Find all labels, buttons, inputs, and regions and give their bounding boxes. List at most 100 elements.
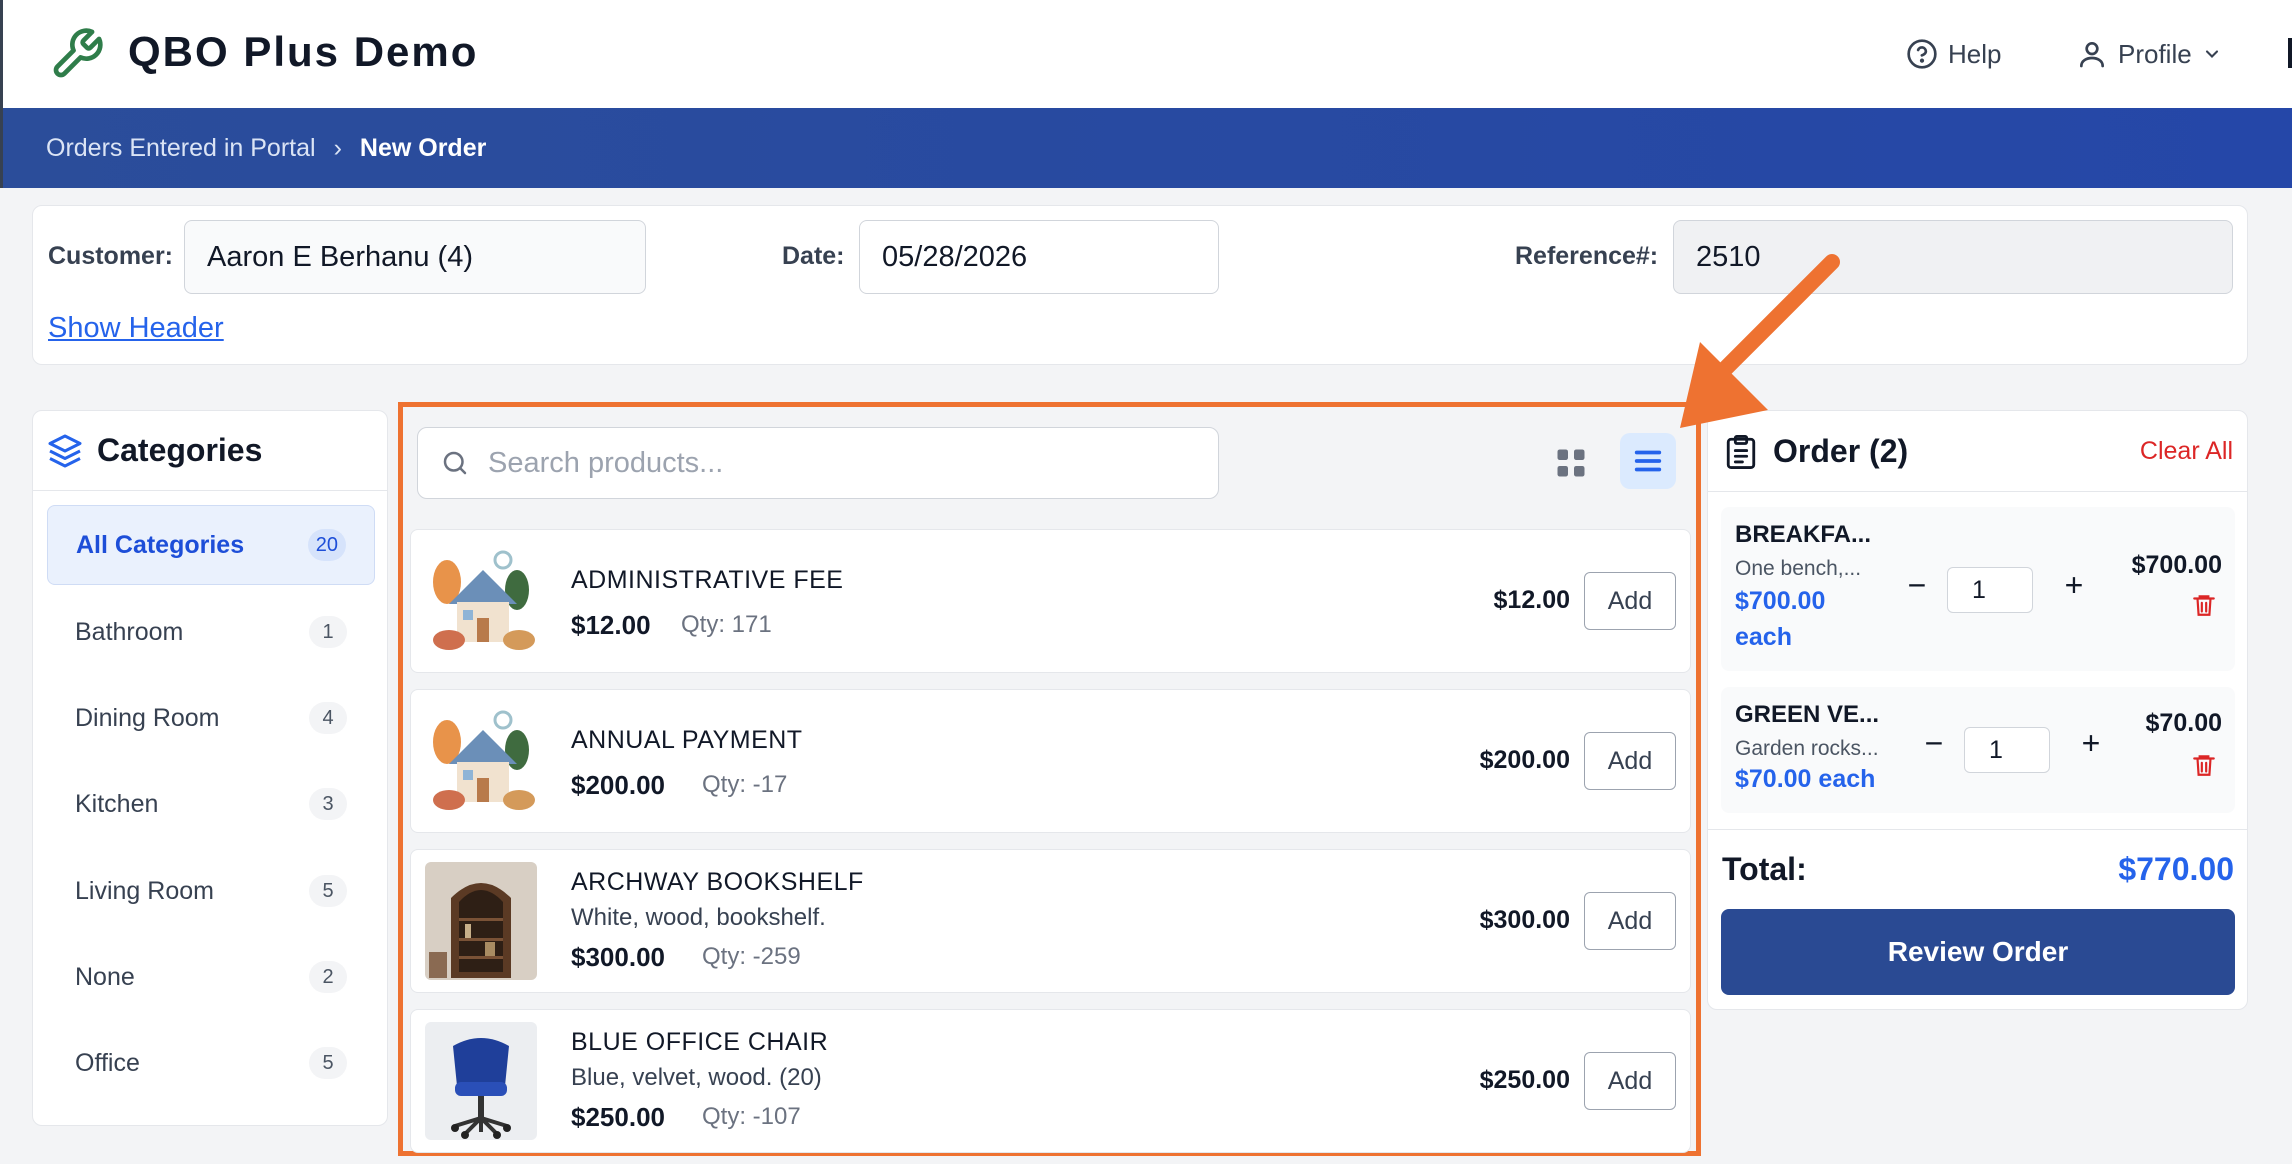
app-title: QBO Plus Demo [128,28,479,75]
category-item-dining-room[interactable]: Dining Room 4 [47,678,375,758]
category-count-badge: 4 [309,702,347,734]
product-unit-price: $250.00 [1479,1066,1570,1094]
order-item-total: $70.00 [2145,709,2222,737]
list-view-button[interactable] [1620,433,1676,489]
add-product-button[interactable]: Add [1584,572,1676,630]
order-item-unit-price: $70.00 each [1735,765,1876,793]
category-count-badge: 2 [309,961,347,993]
qty-input[interactable] [1947,567,2033,613]
product-unit-price: $200.00 [1479,746,1570,774]
order-item-total: $700.00 [2131,551,2222,579]
order-item-description: Garden rocks... [1735,737,1879,760]
order-item-name: BREAKFA... [1735,521,1872,548]
category-label: All Categories [76,530,245,559]
product-name: ARCHWAY BOOKSHELF [571,868,864,896]
categories-panel: Categories All Categories 20 Bathroom 1 … [32,410,388,1126]
category-item-living-room[interactable]: Living Room 5 [47,851,375,931]
order-item-unit-price: $700.00 each [1735,587,1826,651]
category-item-none[interactable]: None 2 [47,937,375,1017]
product-price: $200.00 [571,770,665,800]
order-header-card: Customer: Date: Reference#: Show Header [32,205,2248,365]
annotation-arrow-icon [1680,254,1840,428]
qty-input[interactable] [1964,727,2050,773]
breadcrumb-orders-link[interactable]: Orders Entered in Portal [46,134,316,163]
category-label: Kitchen [75,789,159,818]
help-button[interactable]: Help [1906,36,2001,72]
profile-label: Profile [2118,38,2192,69]
product-price: $300.00 [571,942,665,972]
order-item: BREAKFA... One bench,... $700.00each − +… [1721,507,2235,671]
top-bar: QBO Plus Demo Help Profile [0,0,2292,108]
customer-field[interactable] [184,220,646,294]
product-search[interactable] [417,427,1219,499]
clear-all-button[interactable]: Clear All [2140,437,2233,466]
product-name: ANNUAL PAYMENT [571,726,803,754]
product-price: $250.00 [571,1102,665,1132]
decrease-qty-button[interactable]: − [1919,725,1949,762]
breadcrumb-current: New Order [359,133,487,162]
product-name: BLUE OFFICE CHAIR [571,1028,829,1056]
product-unit-price: $300.00 [1479,906,1570,934]
product-image-office-chair [425,1022,537,1140]
trash-icon[interactable] [2191,751,2217,779]
product-image-house [425,702,537,820]
date-field[interactable] [859,220,1219,294]
total-label: Total: [1722,851,1807,887]
user-icon [2080,42,2104,68]
category-count-badge: 20 [307,529,346,561]
date-label: Date: [782,242,845,270]
product-qty: Qty: -259 [702,943,801,970]
order-panel: Order (2) Clear All BREAKFA... One bench… [1707,410,2248,1010]
search-icon [443,451,467,475]
category-item-all[interactable]: All Categories 20 [47,505,375,585]
divider [1708,491,2247,492]
product-qty: Qty: -17 [702,771,788,798]
total-value: $770.00 [2118,851,2234,887]
search-input[interactable] [488,446,1188,480]
product-row: ARCHWAY BOOKSHELF White, wood, bookshelf… [410,849,1691,993]
product-name: ADMINISTRATIVE FEE [571,566,844,594]
increase-qty-button[interactable]: + [2059,567,2089,604]
list-view-icon [1634,450,1662,472]
product-description: White, wood, bookshelf. [571,904,826,931]
category-item-bathroom[interactable]: Bathroom 1 [47,592,375,672]
product-list-panel: ADMINISTRATIVE FEE $12.00 Qty: 171 $12.0… [398,402,1701,1156]
show-header-link[interactable]: Show Header [48,312,224,345]
increase-qty-button[interactable]: + [2076,725,2106,762]
customer-label: Customer: [48,242,174,270]
breadcrumb: Orders Entered in Portal › New Order [0,108,2292,188]
product-description: Blue, velvet, wood. (20) [571,1064,822,1091]
category-count-badge: 5 [309,875,347,907]
decrease-qty-button[interactable]: − [1902,567,1932,604]
product-image-bookshelf [425,862,537,980]
layers-icon [48,434,82,467]
divider [1708,829,2247,830]
add-product-button[interactable]: Add [1584,732,1676,790]
product-unit-price: $12.00 [1493,586,1570,614]
order-item-description: One bench,... [1735,557,1862,580]
help-label: Help [1948,38,2002,69]
product-row: BLUE OFFICE CHAIR Blue, velvet, wood. (2… [410,1009,1691,1153]
breadcrumb-separator: › [333,133,342,162]
help-icon [1907,39,1937,69]
category-item-kitchen[interactable]: Kitchen 3 [47,764,375,844]
category-item-office[interactable]: Office 5 [47,1023,375,1103]
review-order-button[interactable]: Review Order [1721,909,2235,995]
category-count-badge: 3 [309,788,347,820]
category-label: Living Room [75,876,214,905]
category-count-badge: 5 [309,1047,347,1079]
order-item-name: GREEN VE... [1735,701,1880,728]
chevron-down-icon [2205,50,2218,58]
add-product-button[interactable]: Add [1584,1052,1676,1110]
trash-icon[interactable] [2191,591,2217,619]
category-count-badge: 1 [309,616,347,648]
order-item: GREEN VE... Garden rocks... $70.00 each … [1721,687,2235,813]
profile-menu-button[interactable]: Profile [2076,36,2222,72]
grid-view-icon[interactable] [1553,445,1589,481]
product-row: ADMINISTRATIVE FEE $12.00 Qty: 171 $12.0… [410,529,1691,673]
product-image-house [425,542,537,660]
product-row: ANNUAL PAYMENT $200.00 Qty: -17 $200.00 … [410,689,1691,833]
add-product-button[interactable]: Add [1584,892,1676,950]
category-label: None [75,962,135,991]
product-qty: Qty: 171 [681,611,772,638]
